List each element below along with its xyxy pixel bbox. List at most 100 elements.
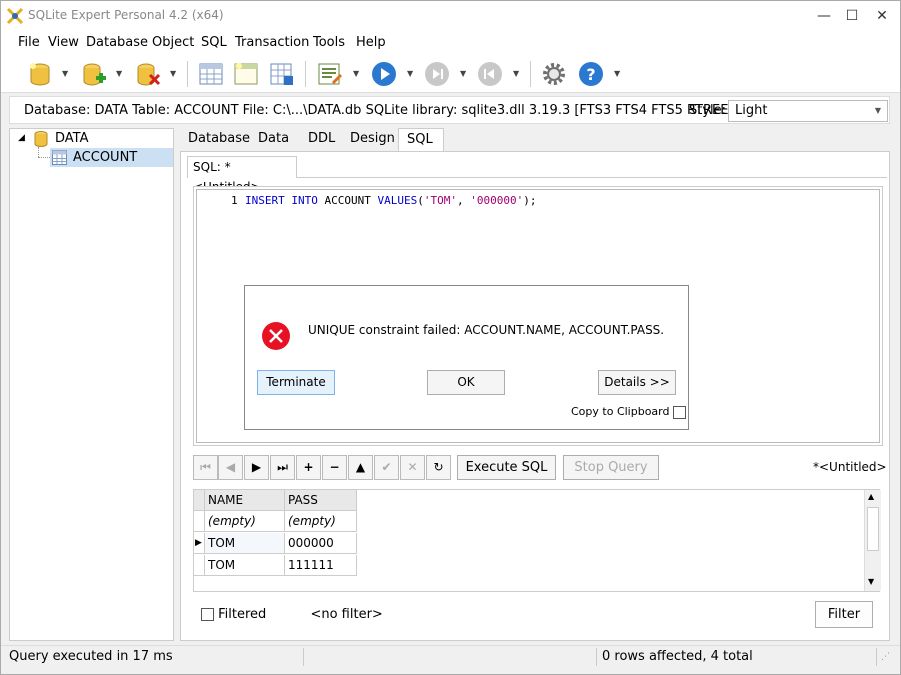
rewind-icon[interactable] [477,61,503,87]
row-indicator-header [194,490,205,511]
first-record-button[interactable]: ⏮ [193,455,218,480]
status-separator [303,648,304,666]
table-icon [52,150,67,165]
filter-cell[interactable]: (empty) [205,511,285,532]
menu-object[interactable]: Object [152,35,194,50]
settings-icon[interactable] [541,61,567,87]
tree-item-table[interactable]: ACCOUNT [50,148,173,167]
info-bar: Database: DATA Table: ACCOUNT File: C:\.… [9,96,890,124]
expand-arrow-icon[interactable]: ◢ [18,129,25,148]
current-row-indicator-icon: ▶ [194,533,205,554]
sql-string: 'TOM' [423,194,457,207]
minimize-button[interactable]: — [809,1,839,31]
style-label: Style: [689,103,727,118]
filter-button[interactable]: Filter [815,601,873,628]
remove-database-icon[interactable] [135,61,161,87]
sql-text: ); [523,194,537,207]
sql-keyword: INSERT INTO [245,194,318,207]
status-bar: Query executed in 17 ms 0 rows affected,… [1,645,900,669]
maximize-button[interactable]: ☐ [837,1,867,31]
menu-help[interactable]: Help [356,35,386,50]
tab-database[interactable]: Database [180,128,258,152]
scroll-thumb[interactable] [867,507,879,551]
vertical-scrollbar[interactable]: ▲ ▼ [864,490,881,591]
sql-text: , [456,194,471,207]
edit-table-icon[interactable] [269,61,295,87]
copy-clipboard-checkbox[interactable] [672,405,686,419]
menu-tools[interactable]: Tools [313,35,345,50]
insert-record-button[interactable]: + [296,455,321,480]
post-edit-button[interactable]: ✔ [374,455,399,480]
chevron-down-icon[interactable]: ▼ [614,69,620,78]
status-separator [596,648,597,666]
details-button[interactable]: Details >> [598,370,676,395]
chevron-down-icon[interactable]: ▼ [353,69,359,78]
step-icon[interactable] [424,61,450,87]
menu-database[interactable]: Database [86,35,148,50]
table-cell[interactable]: TOM [205,555,285,576]
toolbar-separator [187,61,188,87]
filtered-label: Filtered [218,607,267,622]
column-header[interactable]: NAME [205,490,285,511]
next-record-button[interactable]: ▶ [244,455,269,480]
code-line[interactable]: INSERT INTO ACCOUNT VALUES('TOM', '00000… [245,194,536,207]
tree-item-database[interactable]: ◢ DATA [10,129,173,148]
table-grid-icon[interactable] [198,61,224,87]
menu-transaction[interactable]: Transaction [235,35,309,50]
window-title: SQLite Expert Personal 4.2 (x64) [28,8,224,22]
new-database-icon[interactable] [27,61,53,87]
tab-ddl[interactable]: DDL [300,128,343,152]
column-header[interactable]: PASS [285,490,357,511]
chevron-down-icon[interactable]: ▼ [513,69,519,78]
execute-sql-button[interactable]: Execute SQL [457,455,556,480]
menu-sql[interactable]: SQL [201,35,227,50]
new-table-icon[interactable] [233,61,259,87]
style-select[interactable]: Light ▼ [728,100,888,122]
scroll-up-icon[interactable]: ▲ [868,492,874,501]
stop-query-button[interactable]: Stop Query [563,455,659,480]
prior-record-button[interactable]: ◀ [218,455,243,480]
menu-view[interactable]: View [48,35,79,50]
edit-record-button[interactable]: ▲ [348,455,373,480]
table-cell[interactable]: TOM [205,533,285,554]
tab-sql[interactable]: SQL [398,128,444,152]
tab-data[interactable]: Data [250,128,297,152]
close-button[interactable]: ✕ [867,1,897,31]
table-cell[interactable]: 111111 [285,555,357,576]
chevron-down-icon[interactable]: ▼ [460,69,466,78]
chevron-down-icon[interactable]: ▼ [116,69,122,78]
sql-editor[interactable]: 1 INSERT INTO ACCOUNT VALUES('TOM', '000… [193,186,883,446]
chevron-down-icon[interactable]: ▼ [407,69,413,78]
object-tabs: Database Data DDL Design SQL [180,128,890,152]
sql-editor-icon[interactable] [317,61,343,87]
error-dialog: UNIQUE constraint failed: ACCOUNT.NAME, … [244,285,689,430]
resize-grip-icon[interactable]: ⋰ [881,652,890,662]
tree-table-label: ACCOUNT [73,150,138,165]
sql-string: '000000' [470,194,524,207]
chevron-down-icon[interactable]: ▼ [62,69,68,78]
error-icon [262,322,290,350]
add-database-icon[interactable] [81,61,107,87]
database-icon [34,131,48,147]
tab-design[interactable]: Design [342,128,403,152]
run-icon[interactable] [371,61,397,87]
filtered-checkbox[interactable] [201,608,214,621]
app-logo-icon [6,7,24,25]
last-record-button[interactable]: ⏭ [270,455,295,480]
scroll-down-icon[interactable]: ▼ [868,577,874,586]
menu-file[interactable]: File [18,35,40,50]
delete-record-button[interactable]: − [322,455,347,480]
table-cell[interactable]: 000000 [285,533,357,554]
copy-to-clipboard[interactable]: Copy to Clipboard [571,405,686,419]
refresh-button[interactable]: ↻ [426,455,451,480]
filter-cell[interactable]: (empty) [285,511,357,532]
ok-button[interactable]: OK [427,370,505,395]
sql-document-tab[interactable]: SQL: *<Untitled> [187,156,297,194]
results-grid[interactable]: NAME PASS (empty) (empty) ▶ TOM 000000 T… [193,489,881,592]
chevron-down-icon[interactable]: ▼ [170,69,176,78]
filter-bar: Filtered <no filter> [201,607,383,622]
cancel-edit-button[interactable]: ✕ [400,455,425,480]
help-icon[interactable]: ? [578,61,604,87]
error-message: UNIQUE constraint failed: ACCOUNT.NAME, … [308,323,665,337]
terminate-button[interactable]: Terminate [257,370,335,395]
